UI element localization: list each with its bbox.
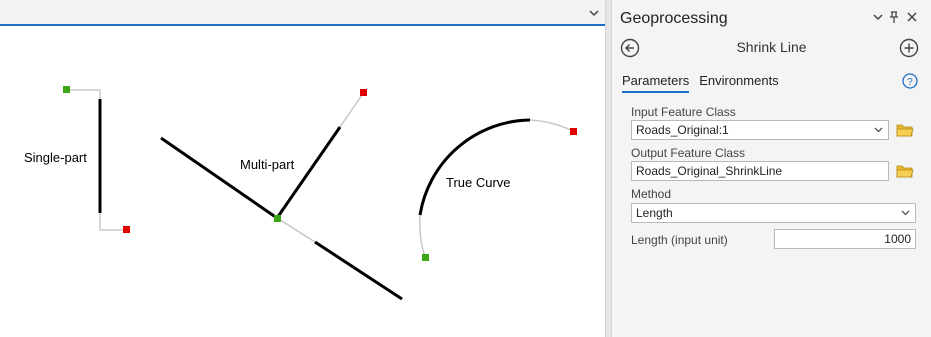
output-feature-class-value: Roads_Original_ShrinkLine (636, 164, 783, 178)
input-feature-class-label: Input Feature Class (631, 105, 736, 119)
pin-icon[interactable] (886, 9, 902, 25)
browse-folder-icon[interactable] (896, 123, 914, 137)
removed-segment (418, 214, 426, 258)
length-input[interactable]: 1000 (774, 229, 916, 249)
pane-splitter[interactable] (605, 0, 612, 337)
method-label: Method (631, 187, 672, 201)
map-canvas[interactable]: Single-part Multi-part True Curve (0, 0, 605, 337)
method-select[interactable]: Length (631, 203, 916, 223)
shrunk-line (314, 240, 403, 301)
single-part-label: Single-part (24, 150, 87, 165)
removed-segment (99, 213, 126, 231)
output-feature-class-field[interactable]: Roads_Original_ShrinkLine (631, 161, 889, 181)
start-vertex (422, 254, 429, 261)
map-view[interactable]: Single-part Multi-part True Curve (0, 0, 605, 337)
start-vertex (274, 215, 281, 222)
shrunk-line (160, 136, 278, 220)
svg-text:?: ? (907, 77, 913, 88)
input-feature-class-value: Roads_Original:1 (636, 123, 729, 137)
pane-title: Geoprocessing (620, 10, 728, 27)
geoprocessing-pane: Geoprocessing Shrink Line Parameters Env… (612, 0, 931, 337)
tab-environments[interactable]: Environments (699, 73, 778, 93)
tool-name: Shrink Line (736, 39, 807, 55)
multi-part-feature[interactable] (160, 89, 403, 301)
pane-tabs: Parameters Environments (622, 73, 779, 93)
true-curve-feature[interactable] (418, 118, 577, 261)
removed-segment (67, 89, 101, 99)
chevron-down-icon[interactable] (873, 124, 884, 135)
end-vertex (570, 128, 577, 135)
length-label: Length (input unit) (631, 233, 728, 247)
tab-parameters[interactable]: Parameters (622, 73, 690, 93)
shrunk-line (418, 118, 531, 216)
end-vertex (360, 89, 367, 96)
removed-segment (339, 91, 365, 128)
start-vertex (63, 86, 70, 93)
multi-part-label: Multi-part (240, 157, 295, 172)
end-vertex (123, 226, 130, 233)
shrunk-line (275, 126, 342, 219)
help-icon[interactable]: ? (902, 73, 918, 89)
close-icon[interactable] (904, 9, 920, 25)
plus-circle-icon[interactable] (899, 38, 919, 58)
chevron-down-icon[interactable] (870, 9, 886, 25)
chevron-down-icon[interactable] (900, 207, 911, 218)
true-curve-label: True Curve (446, 175, 511, 190)
output-feature-class-label: Output Feature Class (631, 146, 746, 160)
removed-segment (529, 119, 574, 132)
browse-folder-icon[interactable] (896, 164, 914, 178)
input-feature-class-field[interactable]: Roads_Original:1 (631, 120, 889, 140)
removed-segment (276, 217, 316, 243)
method-value: Length (636, 206, 673, 220)
